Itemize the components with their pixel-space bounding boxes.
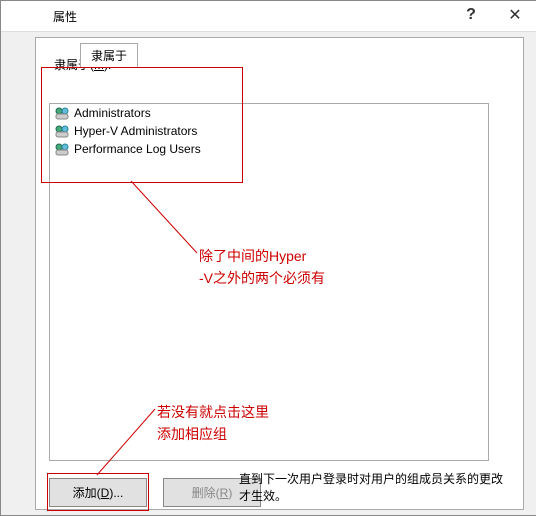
close-button[interactable]: ✕	[493, 1, 536, 29]
group-icon	[54, 105, 70, 121]
list-item[interactable]: Administrators	[50, 104, 488, 122]
group-name: Hyper-V Administrators	[74, 124, 197, 138]
group-icon	[54, 123, 70, 139]
list-item[interactable]: Hyper-V Administrators	[50, 122, 488, 140]
button-row: 添加(D)... 删除(R)	[49, 478, 261, 507]
help-button[interactable]: ?	[449, 1, 493, 29]
properties-dialog: 属性 ? ✕ 常规 隶属于 配置文件 隶属于(M): Administrator…	[0, 0, 536, 516]
tabstrip: 常规 隶属于 配置文件 隶属于(M):	[1, 32, 536, 68]
add-button[interactable]: 添加(D)...	[49, 478, 147, 507]
group-name: Performance Log Users	[74, 142, 201, 156]
window-buttons: ? ✕	[449, 1, 536, 29]
list-item[interactable]: Performance Log Users	[50, 140, 488, 158]
groups-listbox[interactable]: Administrators Hyper-V Administrators Pe…	[49, 103, 489, 461]
window-title: 属性	[53, 8, 77, 25]
group-name: Administrators	[74, 106, 151, 120]
hint-text: 直到下一次用户登录时对用户的组成员关系的更改才生效。	[239, 471, 509, 505]
group-icon	[54, 141, 70, 157]
tab-memberof[interactable]: 隶属于	[80, 43, 138, 68]
